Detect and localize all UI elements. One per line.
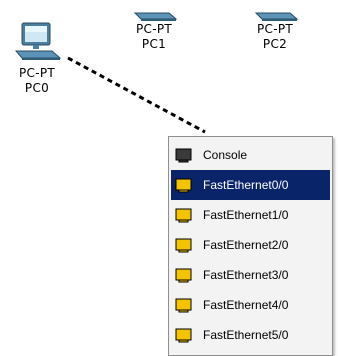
menu-item-label: FastEthernet4/0 — [203, 298, 289, 312]
menu-item-label: Console — [203, 148, 248, 162]
menu-item-fastethernet0-0[interactable]: FastEthernet0/0 — [171, 170, 330, 200]
menu-item-fastethernet3-0[interactable]: FastEthernet3/0 — [169, 260, 332, 290]
pc-computer-icon — [254, 12, 299, 21]
ethernet-port-icon — [175, 238, 192, 252]
menu-item-label: FastEthernet3/0 — [203, 268, 289, 282]
device-name-label: PC1 — [141, 37, 167, 51]
device-pc1[interactable]: PC-PT PC1 — [115, 12, 193, 52]
menu-item-fastethernet5-0[interactable]: FastEthernet5/0 — [169, 320, 332, 350]
device-type-label: PC-PT — [18, 66, 55, 80]
menu-item-label: FastEthernet2/0 — [203, 238, 289, 252]
ethernet-port-icon — [175, 178, 192, 192]
device-type-label: PC-PT — [135, 22, 172, 36]
console-port-icon — [175, 148, 192, 162]
menu-item-fastethernet4-0[interactable]: FastEthernet4/0 — [169, 290, 332, 320]
menu-item-console[interactable]: Console — [169, 140, 332, 170]
pc-computer-icon — [14, 22, 62, 60]
ethernet-port-icon — [175, 268, 192, 282]
device-pc2[interactable]: PC-PT PC2 — [236, 12, 314, 52]
port-selection-menu: Console FastEthernet0/0 FastEthernet1/0 … — [168, 136, 333, 356]
menu-item-fastethernet2-0[interactable]: FastEthernet2/0 — [169, 230, 332, 260]
ethernet-port-icon — [175, 208, 192, 222]
device-name-label: PC2 — [262, 37, 288, 51]
device-type-label: PC-PT — [256, 22, 293, 36]
pc-computer-icon — [133, 12, 178, 21]
device-pc0[interactable]: PC-PT PC0 — [2, 20, 72, 96]
menu-item-label: FastEthernet5/0 — [203, 328, 289, 342]
menu-item-fastethernet1-0[interactable]: FastEthernet1/0 — [169, 200, 332, 230]
menu-item-label: FastEthernet1/0 — [203, 208, 289, 222]
ethernet-port-icon — [175, 328, 192, 342]
ethernet-port-icon — [175, 298, 192, 312]
device-name-label: PC0 — [24, 81, 50, 95]
menu-item-label: FastEthernet0/0 — [203, 178, 289, 192]
